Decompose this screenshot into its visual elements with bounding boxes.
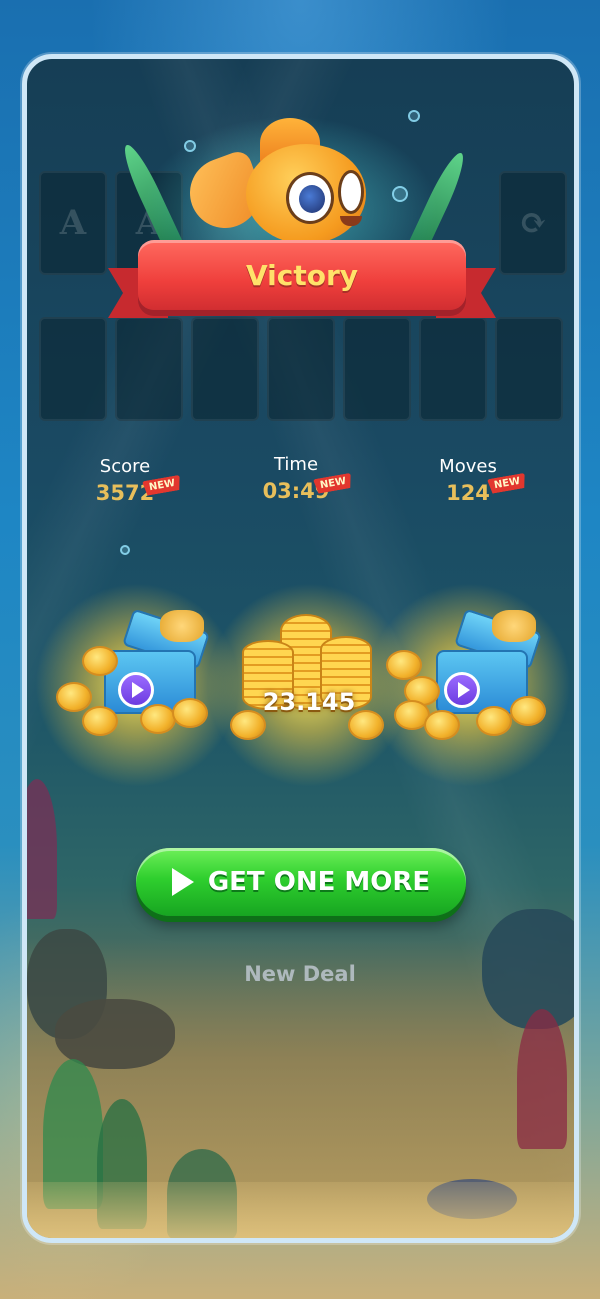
victory-banner: Victory: [108, 238, 496, 334]
play-video-icon[interactable]: [444, 672, 480, 708]
sand-strip: [27, 1182, 574, 1238]
card-slot-foundation-1: A: [39, 171, 107, 275]
play-video-icon[interactable]: [118, 672, 154, 708]
card-slot-stock: ⟳: [499, 171, 567, 275]
stat-label: Time: [273, 454, 319, 475]
bubble: [184, 140, 196, 152]
get-one-more-label: GET ONE MORE: [207, 867, 431, 897]
gift-bow-icon: [492, 610, 536, 642]
bubble: [408, 110, 420, 122]
get-one-more-button[interactable]: GET ONE MORE: [136, 848, 466, 916]
stat-label: Score: [99, 456, 151, 477]
tableau-slot-1: [39, 317, 107, 421]
play-icon: [171, 868, 194, 896]
new-deal-link-row: New Deal: [0, 962, 600, 986]
victory-title: Victory: [245, 258, 359, 292]
goldfish-mascot: [130, 108, 450, 278]
bubble: [120, 545, 130, 555]
recycle-icon: ⟳: [518, 203, 548, 243]
new-deal-link[interactable]: New Deal: [244, 962, 356, 986]
reward-gift-right[interactable]: [354, 580, 584, 790]
stat-label: Moves: [439, 456, 497, 477]
bubble: [392, 186, 408, 202]
coral-decoration-right: [517, 1009, 567, 1149]
tableau-slot-7: [495, 317, 563, 421]
